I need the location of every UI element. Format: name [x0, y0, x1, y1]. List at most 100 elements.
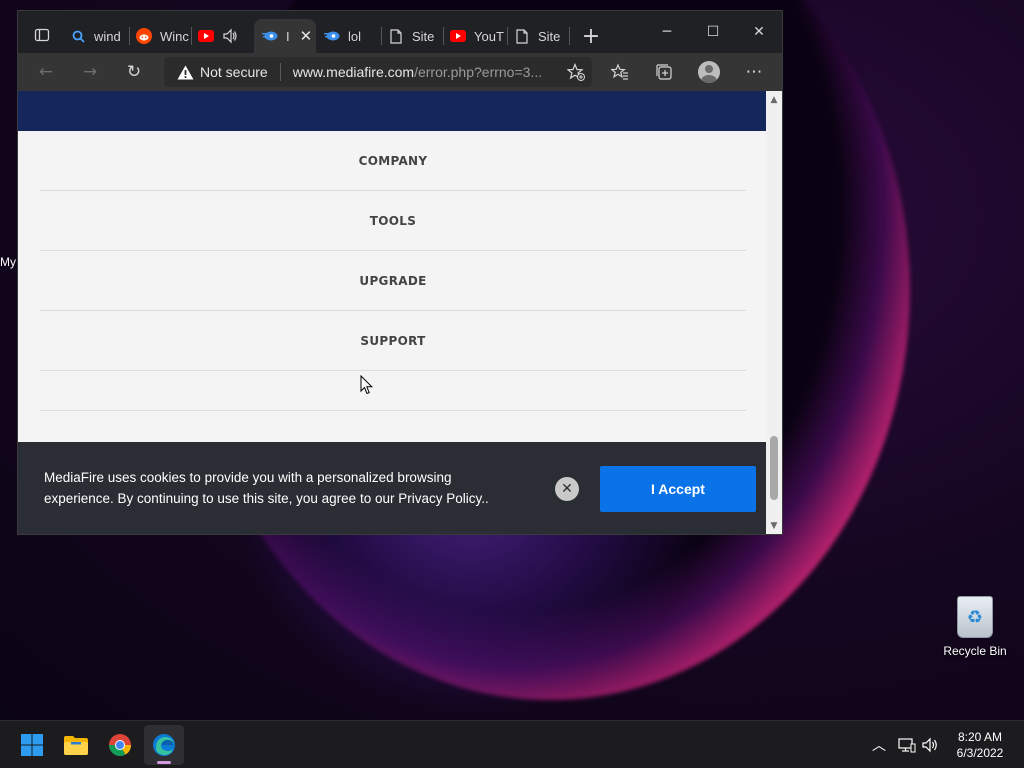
network-button[interactable] — [896, 721, 918, 768]
edge-button[interactable] — [144, 725, 184, 765]
url-host: www.mediafire.com — [292, 64, 415, 80]
chevron-up-icon: ︿ — [872, 738, 886, 754]
show-hidden-icons-button[interactable]: ︿ — [868, 721, 890, 768]
collections-button[interactable] — [650, 59, 678, 85]
youtube-icon — [198, 28, 214, 44]
url-text[interactable]: www.mediafire.com/error.php?errno=3... — [293, 64, 543, 80]
tab-title: I — [286, 28, 290, 44]
tab-youtube-audio[interactable] — [198, 19, 260, 53]
chrome-button[interactable] — [100, 725, 140, 765]
tab-reddit[interactable]: Winc — [136, 19, 190, 53]
cookie-text-line1: MediaFire uses cookies to provide you wi… — [44, 470, 452, 485]
address-divider — [279, 63, 281, 81]
volume-icon — [922, 737, 937, 753]
forward-button[interactable]: → — [76, 59, 104, 85]
reddit-icon — [136, 28, 152, 44]
search-icon — [70, 28, 86, 44]
scrollbar-thumb[interactable] — [770, 436, 778, 500]
tab-youtube[interactable]: YouT — [450, 19, 506, 53]
recycle-bin-icon: ♻ — [957, 596, 993, 638]
page-icon — [514, 28, 530, 44]
chrome-icon — [109, 734, 131, 756]
clock-date: 6/3/2022 — [956, 746, 1004, 760]
tab-search[interactable]: wind — [70, 19, 128, 53]
edge-icon — [153, 734, 175, 756]
network-icon — [898, 738, 916, 753]
accept-cookies-button[interactable]: I Accept — [600, 466, 756, 512]
file-explorer-button[interactable] — [56, 725, 96, 765]
tab-site-2[interactable]: Site — [514, 19, 566, 53]
url-path: /error.php?errno=3... — [414, 64, 543, 80]
page-viewport: COMPANY TOOLS UPGRADE SUPPORT MediaFire … — [18, 91, 766, 534]
maximize-icon: ☐ — [706, 24, 720, 40]
scroll-up-arrow-icon[interactable]: ▲ — [769, 95, 779, 105]
taskbar: ︿ 8:20 AM 6/3/2022 — [0, 720, 1024, 768]
forward-arrow-icon: → — [82, 62, 98, 82]
mouse-cursor-icon — [360, 375, 374, 395]
favorites-button[interactable] — [606, 59, 634, 85]
tab-site-1[interactable]: Site — [388, 19, 440, 53]
browser-window: wind Winc I ✕ lol Site YouT Site + ─ ☐ ✕… — [17, 10, 783, 535]
star-add-icon — [567, 63, 585, 81]
tab-actions-button[interactable] — [28, 21, 56, 49]
tab-actions-icon — [34, 28, 50, 42]
nav-empty-row — [40, 371, 746, 411]
tab-mediafire-lol[interactable]: lol — [324, 19, 384, 53]
page-scrollbar[interactable]: ▲ ▼ — [766, 91, 782, 534]
close-icon: ✕ — [561, 481, 573, 497]
desktop-icon-label-partial[interactable]: My — [0, 255, 16, 269]
footer-nav: COMPANY TOOLS UPGRADE SUPPORT — [40, 131, 746, 411]
refresh-button[interactable]: ↻ — [120, 59, 148, 85]
new-tab-button[interactable]: + — [578, 23, 604, 49]
nav-upgrade[interactable]: UPGRADE — [40, 251, 746, 311]
refresh-icon: ↻ — [126, 62, 142, 82]
more-icon: ⋯ — [745, 62, 763, 82]
tab-title: Site — [538, 28, 561, 44]
address-bar[interactable]: Not secure www.mediafire.com/error.php?e… — [164, 57, 592, 87]
nav-company[interactable]: COMPANY — [40, 131, 746, 191]
close-tab-icon[interactable]: ✕ — [300, 27, 313, 45]
profile-avatar-icon[interactable] — [698, 61, 720, 83]
scroll-down-arrow-icon[interactable]: ▼ — [769, 521, 779, 531]
cookie-text-line2[interactable]: experience. By continuing to use this si… — [44, 488, 514, 509]
close-window-button[interactable]: ✕ — [744, 21, 774, 43]
file-explorer-icon — [64, 736, 88, 755]
start-icon — [21, 734, 43, 756]
back-button[interactable]: ← — [32, 59, 60, 85]
back-arrow-icon: ← — [38, 62, 54, 82]
cookie-banner: MediaFire uses cookies to provide you wi… — [18, 442, 766, 534]
start-button[interactable] — [12, 725, 52, 765]
tab-title: wind — [94, 28, 121, 44]
cookie-text: MediaFire uses cookies to provide you wi… — [44, 467, 514, 509]
minimize-icon: ─ — [662, 24, 672, 40]
cookie-close-button[interactable]: ✕ — [555, 477, 579, 501]
maximize-button[interactable]: ☐ — [698, 21, 728, 43]
tab-mediafire-active[interactable]: I ✕ — [254, 19, 316, 53]
tab-title: YouT — [474, 28, 504, 44]
page-header-banner — [18, 91, 766, 131]
speaker-icon[interactable] — [222, 28, 238, 44]
tab-title: Winc — [160, 28, 189, 44]
tab-title: Site — [412, 28, 435, 44]
mediafire-icon — [324, 28, 340, 44]
collections-icon — [656, 64, 672, 80]
clock-time: 8:20 AM — [957, 730, 1003, 744]
nav-tools[interactable]: TOOLS — [40, 191, 746, 251]
close-icon: ✕ — [753, 24, 765, 40]
recycle-bin-label: Recycle Bin — [943, 644, 1007, 658]
warning-icon[interactable] — [176, 63, 194, 81]
youtube-icon — [450, 28, 466, 44]
tab-title: lol — [348, 28, 362, 44]
minimize-button[interactable]: ─ — [652, 21, 682, 43]
security-label[interactable]: Not secure — [200, 64, 268, 80]
browser-toolbar: ← → ↻ Not secure www.mediafire.com/error… — [18, 53, 782, 91]
add-favorite-button[interactable] — [566, 62, 586, 82]
volume-button[interactable] — [920, 721, 942, 768]
nav-support[interactable]: SUPPORT — [40, 311, 746, 371]
taskbar-clock[interactable]: 8:20 AM 6/3/2022 — [944, 729, 1016, 761]
page-icon — [388, 28, 404, 44]
plus-icon: + — [581, 23, 601, 49]
recycle-bin[interactable]: ♻ Recycle Bin — [940, 596, 1010, 658]
mediafire-icon — [262, 28, 278, 44]
settings-more-button[interactable]: ⋯ — [740, 59, 768, 85]
